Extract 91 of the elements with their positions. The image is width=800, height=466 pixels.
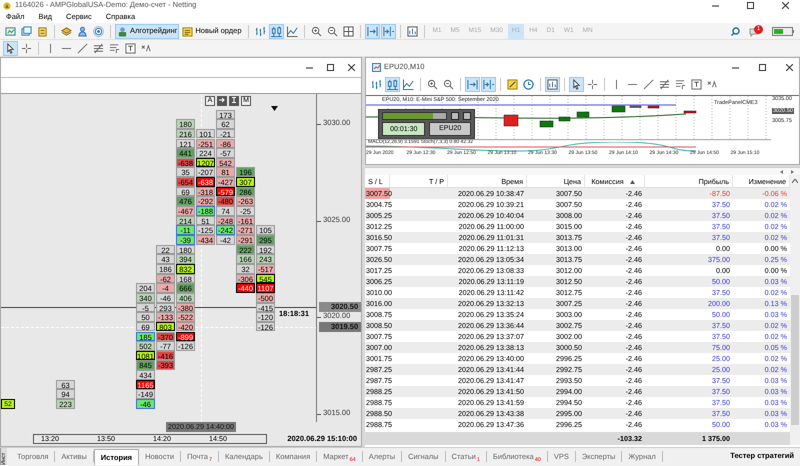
- tool-button[interactable]: [385, 77, 400, 92]
- maximize-icon[interactable]: [759, 64, 766, 70]
- chart-mode-button[interactable]: [229, 96, 239, 106]
- candlestick-icon: [387, 79, 398, 90]
- panel-button[interactable]: [451, 112, 459, 120]
- close-icon[interactable]: [348, 64, 355, 71]
- cursor-icon: [5, 42, 16, 54]
- app-logo-icon: [3, 2, 11, 10]
- tool-button[interactable]: [425, 77, 440, 92]
- shift-marker-icon[interactable]: [271, 106, 278, 111]
- tool-button[interactable]: [3, 40, 18, 56]
- tool-button[interactable]: [340, 24, 356, 38]
- people-icon: [77, 26, 88, 36]
- chart-window-icon: [547, 79, 558, 90]
- maximize-icon[interactable]: [327, 64, 334, 71]
- trend-line-icon: [77, 42, 88, 54]
- bar-chart-icon: [371, 79, 382, 90]
- tool-button[interactable]: [401, 77, 416, 92]
- arrow-icon: [219, 97, 225, 104]
- chart-shift-icon: [382, 26, 394, 36]
- tool-button[interactable]: [91, 40, 106, 56]
- tool-button[interactable]: [545, 77, 560, 92]
- crosshair-icon: [587, 79, 598, 90]
- tool-button[interactable]: [123, 40, 138, 56]
- text-label-icon: [125, 42, 136, 54]
- candle: [630, 106, 642, 108]
- tool-button[interactable]: [481, 77, 496, 92]
- pencil-icon: [507, 79, 518, 90]
- crosshair-icon: [21, 42, 32, 54]
- chart-window-icon: [406, 26, 418, 36]
- scroll-up-icon[interactable]: [792, 179, 798, 183]
- fibonacci-icon: [93, 42, 104, 54]
- tool-button[interactable]: [465, 77, 480, 92]
- candlestick-icon: [270, 26, 282, 36]
- tool-button[interactable]: [521, 77, 536, 92]
- candle: [648, 106, 660, 108]
- candle: [612, 106, 626, 112]
- tool-button[interactable]: [284, 24, 300, 38]
- zoom-in-icon: [427, 79, 438, 90]
- scrollbar-thumb[interactable]: [791, 295, 799, 425]
- grid-icon: [342, 26, 354, 36]
- close-icon[interactable]: [782, 2, 789, 9]
- tool-button[interactable]: [364, 24, 380, 38]
- candle: [684, 110, 696, 114]
- channel-icon: [675, 79, 686, 90]
- order-icon: [182, 26, 194, 36]
- trend-line-icon: [643, 79, 654, 90]
- tool-button[interactable]: [657, 77, 672, 92]
- bar-chart-icon: [254, 26, 266, 36]
- autoscroll-icon: [366, 26, 378, 36]
- sort-ascending-icon: [630, 180, 635, 184]
- line-chart-icon: [286, 26, 298, 36]
- line-chart-icon: [403, 79, 414, 90]
- tool-button[interactable]: [268, 24, 284, 38]
- shapes-icon: [141, 42, 152, 54]
- autoscroll-icon: [467, 79, 478, 90]
- shapes-icon: [707, 79, 718, 90]
- candle: [576, 112, 590, 118]
- tool-button[interactable]: [441, 77, 456, 92]
- panel-close-button[interactable]: [463, 112, 471, 120]
- tool-button[interactable]: [569, 77, 584, 92]
- broadcast-icon: [93, 26, 104, 36]
- zoom-out-icon: [443, 79, 454, 90]
- tool-button[interactable]: [404, 24, 420, 38]
- fibonacci-icon: [659, 79, 670, 90]
- scrollbar[interactable]: [790, 175, 800, 445]
- chart-window-icon: [372, 62, 381, 72]
- cursor-icon: [571, 79, 582, 90]
- tool-button[interactable]: [689, 77, 704, 92]
- tool-button[interactable]: [380, 24, 396, 38]
- clock-icon: [523, 79, 534, 90]
- maximize-icon[interactable]: [747, 2, 754, 9]
- channel-icon: [109, 42, 120, 54]
- text-label-icon: [691, 79, 702, 90]
- tool-button[interactable]: [369, 77, 384, 92]
- candle: [558, 116, 570, 122]
- chart-shift-icon: [483, 79, 494, 90]
- chart-add-icon: [5, 26, 16, 36]
- zoom-out-icon: [326, 26, 338, 36]
- tool-button[interactable]: [91, 24, 106, 38]
- close-icon[interactable]: [786, 64, 793, 70]
- tool-button[interactable]: [585, 77, 600, 92]
- ibeam-icon: [231, 97, 237, 104]
- zoom-in-icon: [310, 26, 322, 36]
- tool-button[interactable]: [505, 77, 520, 92]
- robot-icon: [117, 26, 128, 36]
- profiles-icon: [21, 26, 32, 36]
- search-icon[interactable]: [731, 26, 740, 36]
- chart-mode-button[interactable]: [217, 96, 227, 106]
- candle: [540, 120, 554, 128]
- candle: [504, 114, 518, 126]
